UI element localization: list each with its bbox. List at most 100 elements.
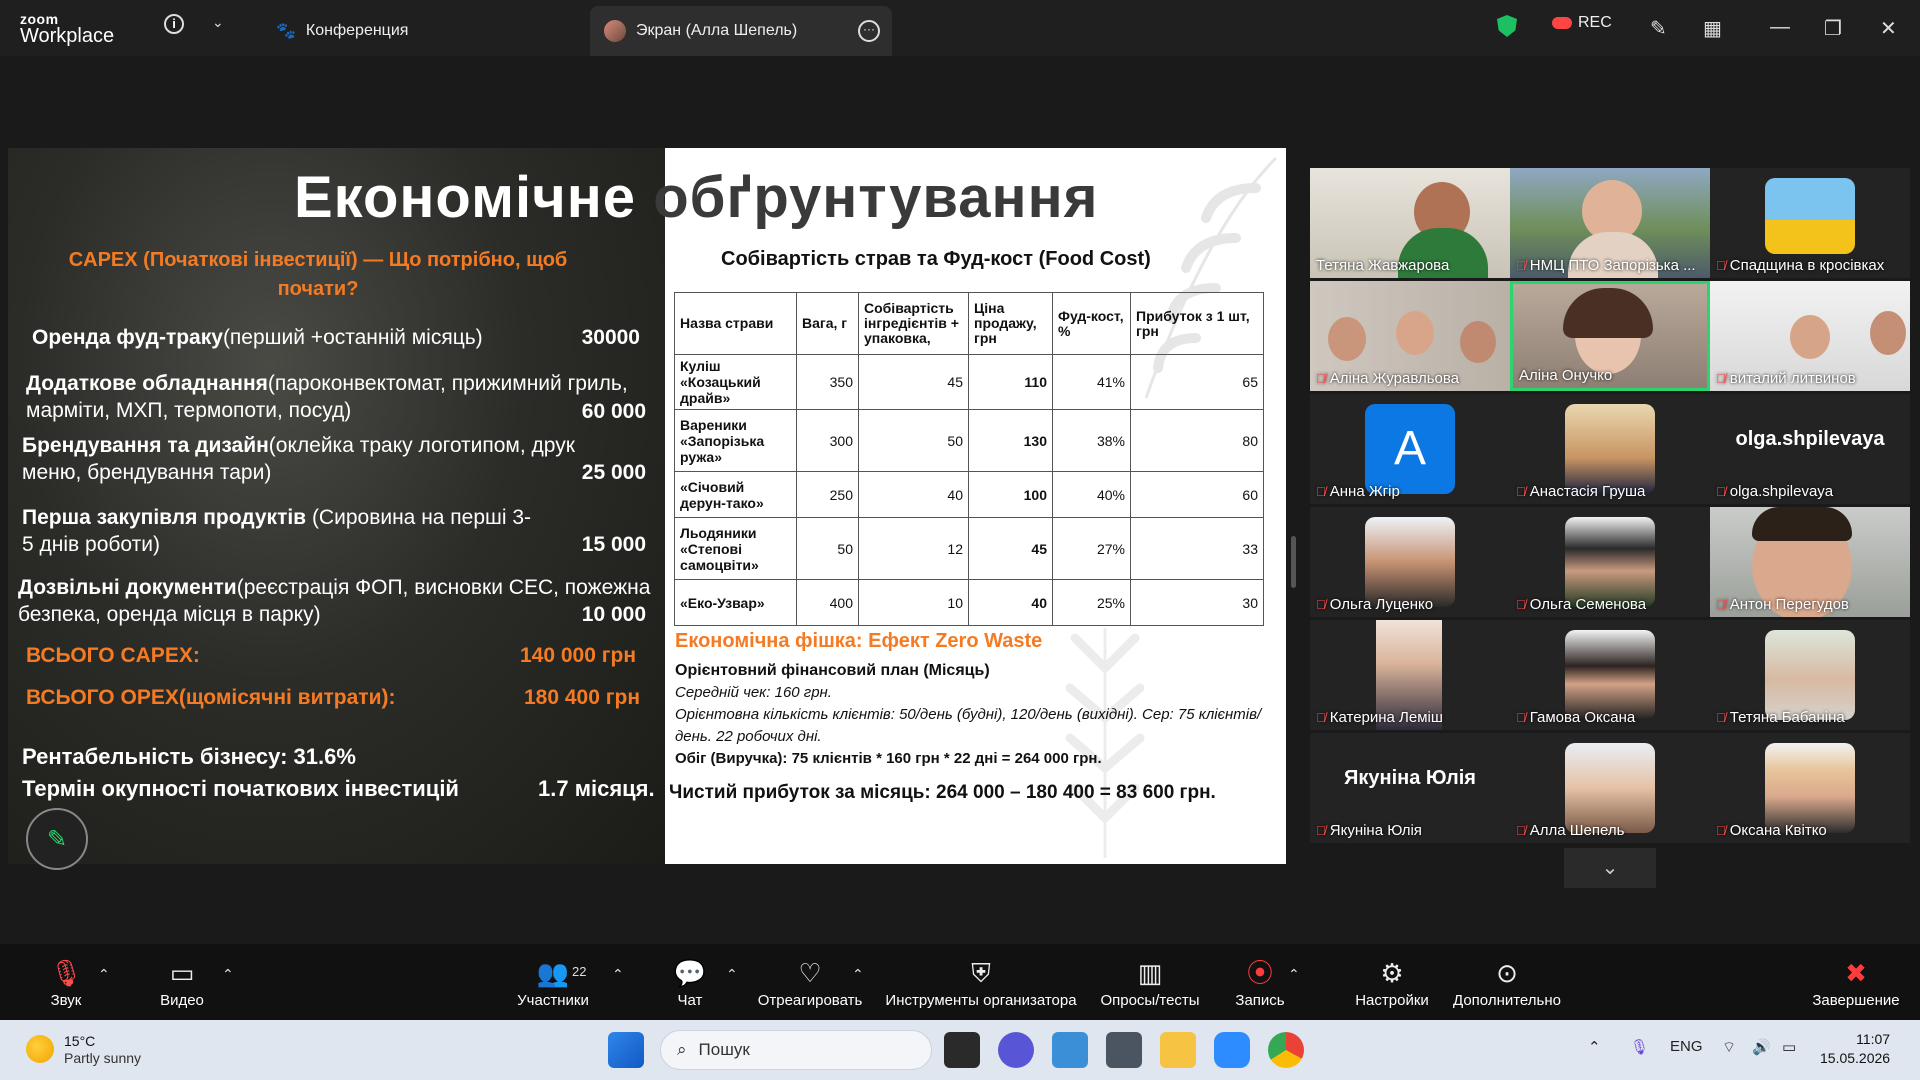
wifi-icon[interactable]: ⌔: [1722, 1038, 1736, 1057]
chrome-icon[interactable]: [1268, 1032, 1304, 1068]
audio-button[interactable]: 🎙 Звук: [44, 956, 88, 1009]
calculator-icon[interactable]: [1106, 1032, 1142, 1068]
shared-screen-slide: CAPEX (Початкові інвестиції) — Що потріб…: [8, 148, 1286, 864]
system-clock[interactable]: 11:07 15.05.2026: [1820, 1030, 1890, 1068]
avatar: [1565, 630, 1655, 720]
participant-name: Аліна Онучко: [1519, 367, 1612, 384]
security-shield-icon[interactable]: [1497, 15, 1517, 37]
capex-item-desc: (перший +останній місяць): [222, 326, 483, 349]
meeting-area: CAPEX (Початкові інвестиції) — Що потріб…: [0, 56, 1920, 944]
polls-label: Опросы/тесты: [1100, 992, 1200, 1009]
participant-tile[interactable]: 🎙̸ Гамова Оксана: [1510, 620, 1710, 730]
gallery-next-page-chevron-down-icon[interactable]: ⌄: [1564, 848, 1656, 888]
participant-tile[interactable]: olga.shpilevaya 🎙̸ olga.shpilevaya: [1710, 394, 1910, 504]
table-header-row: Назва страви Вага, г Собівартість інгред…: [674, 292, 1264, 355]
participant-tile[interactable]: 🎙̸ Анастасія Груша: [1510, 394, 1710, 504]
layout-icon[interactable]: ▦: [1703, 16, 1722, 41]
slide-title-part1: Економічне: [294, 165, 637, 230]
heart-icon: ♡: [798, 958, 822, 988]
language-indicator[interactable]: ENG: [1670, 1038, 1703, 1055]
participant-name: 🎙̸ Алла Шепель: [1516, 822, 1624, 839]
splitter-handle[interactable]: [1291, 536, 1296, 588]
tab-conference[interactable]: 🐾 Конференция: [262, 6, 422, 56]
record-button[interactable]: ⦿ Запись: [1232, 956, 1288, 1009]
avatar: [604, 20, 626, 42]
file-explorer-icon[interactable]: [1160, 1032, 1196, 1068]
mic-off-icon: 🎙̸: [1716, 823, 1726, 838]
capex-item: Брендування та дизайн(оклейка траку лого…: [22, 432, 656, 486]
avatar: [1765, 743, 1855, 833]
participant-tile[interactable]: Якуніна Юлія 🎙̸ Якуніна Юлія: [1310, 733, 1510, 843]
zoom-app-icon[interactable]: [1214, 1032, 1250, 1068]
chat-app-icon[interactable]: [998, 1032, 1034, 1068]
video-options-chevron-up-icon[interactable]: ⌃: [222, 966, 234, 983]
record-options-chevron-up-icon[interactable]: ⌃: [1288, 966, 1300, 983]
capex-item-amount: 25 000: [581, 461, 646, 484]
cloud-record-indicator[interactable]: REC: [1552, 14, 1612, 32]
minimize-icon[interactable]: —: [1770, 16, 1790, 39]
chat-options-chevron-up-icon[interactable]: ⌃: [726, 966, 738, 983]
participant-name: 🎙̸ Якуніна Юлія: [1316, 822, 1422, 839]
chat-button[interactable]: 💬 Чат: [670, 956, 710, 1009]
host-tools-button[interactable]: ⛨ Инструменты организатора: [882, 956, 1080, 1009]
settings-button[interactable]: ⚙ Настройки: [1350, 956, 1434, 1009]
more-button[interactable]: ⊙ Дополнительно: [1450, 956, 1564, 1009]
table-header: Вага, г: [796, 292, 859, 355]
weather-widget[interactable]: 15°C Partly sunny: [26, 1032, 141, 1066]
participant-tile[interactable]: 🎙̸ НМЦ ПТО Запорізька ...: [1510, 168, 1710, 278]
participant-tile[interactable]: 🎙̸ Алла Шепель: [1510, 733, 1710, 843]
close-icon[interactable]: ✕: [1880, 16, 1897, 41]
participant-tile[interactable]: 🎙̸ Оксана Квітко: [1710, 733, 1910, 843]
audio-options-chevron-up-icon[interactable]: ⌃: [98, 966, 110, 983]
info-icon[interactable]: i: [164, 14, 184, 34]
annotation-pen-button[interactable]: ✎: [26, 808, 88, 870]
end-meeting-button[interactable]: ✖ Завершение: [1810, 956, 1902, 1009]
annotate-pen-icon[interactable]: ✎: [1650, 16, 1667, 41]
volume-icon[interactable]: 🔊: [1752, 1038, 1771, 1056]
chevron-up-icon[interactable]: ⌃: [1588, 1038, 1601, 1056]
logo-line1: zoom: [20, 11, 59, 27]
table-header: Прибуток з 1 шт, грн: [1130, 292, 1264, 355]
task-view-icon[interactable]: [944, 1032, 980, 1068]
participant-tile[interactable]: 🎙̸ Спадщина в кросівках: [1710, 168, 1910, 278]
react-button[interactable]: ♡ Отреагировать: [756, 956, 864, 1009]
record-label: Запись: [1235, 992, 1285, 1009]
participant-tile[interactable]: 🎙̸ виталий литвинов: [1710, 281, 1910, 391]
more-options-icon[interactable]: ···: [858, 20, 880, 42]
taskbar-search[interactable]: ⌕ Пошук: [660, 1030, 932, 1070]
battery-icon[interactable]: ▭: [1782, 1038, 1796, 1056]
slide-right-panel: Собівартість страв та Фуд-кост (Food Cos…: [665, 148, 1286, 864]
table-header: Назва страви: [674, 292, 797, 355]
capex-item-title: Перша закупівля продуктів: [22, 506, 307, 529]
react-options-chevron-up-icon[interactable]: ⌃: [852, 966, 864, 983]
participant-tile[interactable]: 🎙̸ Ольга Семенова: [1510, 507, 1710, 617]
participant-tile[interactable]: 🎙̸ Антон Перегудов: [1710, 507, 1910, 617]
participant-name: 🎙̸ Тетяна Бабаніна: [1716, 709, 1845, 726]
polls-button[interactable]: ▥ Опросы/тесты: [1098, 956, 1202, 1009]
windows-start-icon[interactable]: [608, 1032, 644, 1068]
participant-tile[interactable]: 🎙̸ Ольга Луценко: [1310, 507, 1510, 617]
table-cell: 27%: [1052, 517, 1131, 580]
payback-value: 1.7 місяця.: [538, 776, 655, 801]
table-cell: 50: [796, 517, 859, 580]
participant-tile[interactable]: 🎙̸ Катерина Леміш: [1310, 620, 1510, 730]
participant-tile[interactable]: 🎙̸ Аліна Журавльова: [1310, 281, 1510, 391]
tab-screen-share[interactable]: Экран (Алла Шепель) ···: [590, 6, 892, 56]
restore-icon[interactable]: ❐: [1824, 16, 1842, 41]
video-button[interactable]: ▭ Видео: [156, 956, 208, 1009]
avatar: [1365, 517, 1455, 607]
chevron-down-icon[interactable]: ⌄: [212, 14, 224, 31]
mic-off-icon: 🎙̸: [1716, 710, 1726, 725]
participant-tile[interactable]: Тетяна Жавжарова: [1310, 168, 1510, 278]
settings-label: Настройки: [1355, 992, 1429, 1009]
participant-tile[interactable]: A 🎙̸ Анна Жгір: [1310, 394, 1510, 504]
participant-tile[interactable]: 🎙̸ Тетяна Бабаніна: [1710, 620, 1910, 730]
microphone-icon[interactable]: 🎙: [1630, 1038, 1649, 1056]
react-label: Отреагировать: [757, 992, 863, 1009]
audio-label: Звук: [50, 992, 82, 1009]
participant-tile-active-speaker[interactable]: Аліна Онучко: [1510, 281, 1710, 391]
host-tools-label: Инструменты организатора: [885, 992, 1077, 1009]
control-panel-icon[interactable]: [1052, 1032, 1088, 1068]
capex-item-amount: 15 000: [581, 533, 646, 556]
participants-options-chevron-up-icon[interactable]: ⌃: [612, 966, 624, 983]
